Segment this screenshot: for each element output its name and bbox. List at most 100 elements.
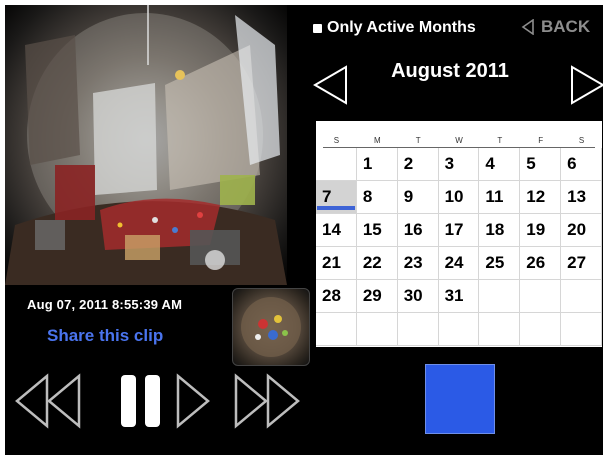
fast-forward-button[interactable] [232,373,302,429]
calendar-day-22[interactable]: 22 [356,247,398,280]
calendar-day-30[interactable]: 30 [397,280,439,313]
day-number: 28 [322,286,341,305]
day-number: 16 [403,220,423,239]
back-label: BACK [541,17,591,36]
day-number: 22 [362,253,382,272]
only-active-months-toggle[interactable]: Only Active Months [313,19,476,37]
weekday-header: SMTWTFS [316,121,602,148]
calendar-day-29[interactable]: 29 [356,280,398,313]
day-number: 17 [444,220,464,239]
back-button[interactable]: BACK [521,17,590,37]
fast-forward-icon [234,373,300,429]
calendar-day-20[interactable]: 20 [561,214,602,247]
calendar-day-13[interactable]: 13 [561,181,602,214]
calendar-day-6[interactable]: 6 [561,148,602,181]
right-arrow-icon [571,65,603,105]
day-number: 10 [444,187,464,206]
app-window: Aug 07, 2011 8:55:39 AM Share this clip [5,5,603,455]
room-scene [5,5,287,285]
pause-button[interactable] [118,373,164,429]
calendar-day-26[interactable]: 26 [520,247,562,280]
day-number: 25 [485,253,505,272]
day-number: 15 [362,220,382,239]
calendar-day-12[interactable]: 12 [520,181,562,214]
empty-calendar-cell [520,313,562,346]
clip-thumbnail[interactable] [232,288,310,366]
empty-calendar-cell [561,280,602,313]
empty-calendar-cell [479,280,521,313]
day-number: 27 [567,253,587,272]
calendar-day-28[interactable]: 28 [316,280,357,313]
calendar-day-1[interactable]: 1 [356,148,398,181]
calendar-day-5[interactable]: 5 [520,148,562,181]
calendar-day-23[interactable]: 23 [397,247,439,280]
calendar-day-27[interactable]: 27 [561,247,602,280]
empty-calendar-cell [316,313,357,346]
camera-feed[interactable] [5,5,287,285]
next-month-button[interactable] [568,65,603,105]
weekday-label: T [497,136,503,145]
calendar: SMTWTFS 1 2 3 4 5 6 7 8 9 10 11 12 13 14 15 16 17 18 19 20 2… [316,121,602,347]
calendar-day-2[interactable]: 2 [397,148,439,181]
day-number: 2 [403,154,414,173]
empty-calendar-cell [520,280,562,313]
weekday-label: M [373,136,381,145]
weekday-label: F [538,136,544,145]
empty-calendar-cell [316,148,357,181]
play-icon [176,373,210,429]
calendar-day-24[interactable]: 24 [438,247,480,280]
play-button[interactable] [175,373,211,429]
day-number: 30 [403,286,423,305]
calendar-day-4[interactable]: 4 [479,148,521,181]
calendar-day-15[interactable]: 15 [356,214,398,247]
rewind-icon [15,373,81,429]
calendar-day-18[interactable]: 18 [479,214,521,247]
selected-day-indicator [317,206,355,210]
weekday-label: S [578,136,585,145]
share-clip-link[interactable]: Share this clip [47,326,163,346]
calendar-grid: 1 2 3 4 5 6 7 8 9 10 11 12 13 14 15 16 17 18 19 20 21 22 23 24 2… [316,148,602,346]
calendar-day-14[interactable]: 14 [316,214,357,247]
day-number: 12 [526,187,546,206]
status-square[interactable] [425,364,495,434]
calendar-day-19[interactable]: 19 [520,214,562,247]
calendar-day-11[interactable]: 11 [479,181,521,214]
calendar-day-7[interactable]: 7 [316,181,357,214]
thumbnail-scene [241,297,301,357]
checkbox-icon[interactable] [313,23,322,33]
day-number: 18 [485,220,505,239]
day-number: 3 [444,154,455,173]
calendar-day-3[interactable]: 3 [438,148,480,181]
calendar-day-8[interactable]: 8 [356,181,398,214]
day-number: 5 [526,154,536,173]
weekday-label: T [415,136,421,145]
calendar-day-10[interactable]: 10 [438,181,480,214]
day-number: 24 [444,253,464,272]
calendar-day-9[interactable]: 9 [397,181,439,214]
month-title: August 2011 [391,60,509,82]
day-number: 8 [362,187,373,206]
day-number: 6 [567,154,577,173]
calendar-day-31[interactable]: 31 [438,280,480,313]
empty-calendar-cell [397,313,439,346]
day-number: 14 [322,220,341,239]
previous-month-button[interactable] [312,65,350,105]
day-number: 4 [485,154,495,173]
calendar-day-17[interactable]: 17 [438,214,480,247]
empty-calendar-cell [479,313,521,346]
day-number: 7 [322,187,332,206]
day-number: 26 [526,253,546,272]
calendar-day-16[interactable]: 16 [397,214,439,247]
calendar-day-25[interactable]: 25 [479,247,521,280]
day-number: 19 [526,220,546,239]
day-number: 21 [322,253,341,272]
clip-timestamp: Aug 07, 2011 8:55:39 AM [27,297,183,312]
empty-calendar-cell [356,313,398,346]
day-number: 20 [567,220,587,239]
calendar-day-21[interactable]: 21 [316,247,357,280]
empty-calendar-cell [561,313,602,346]
rewind-button[interactable] [13,373,83,429]
day-number: 23 [403,253,423,272]
day-number: 13 [567,187,587,206]
empty-calendar-cell [438,313,480,346]
